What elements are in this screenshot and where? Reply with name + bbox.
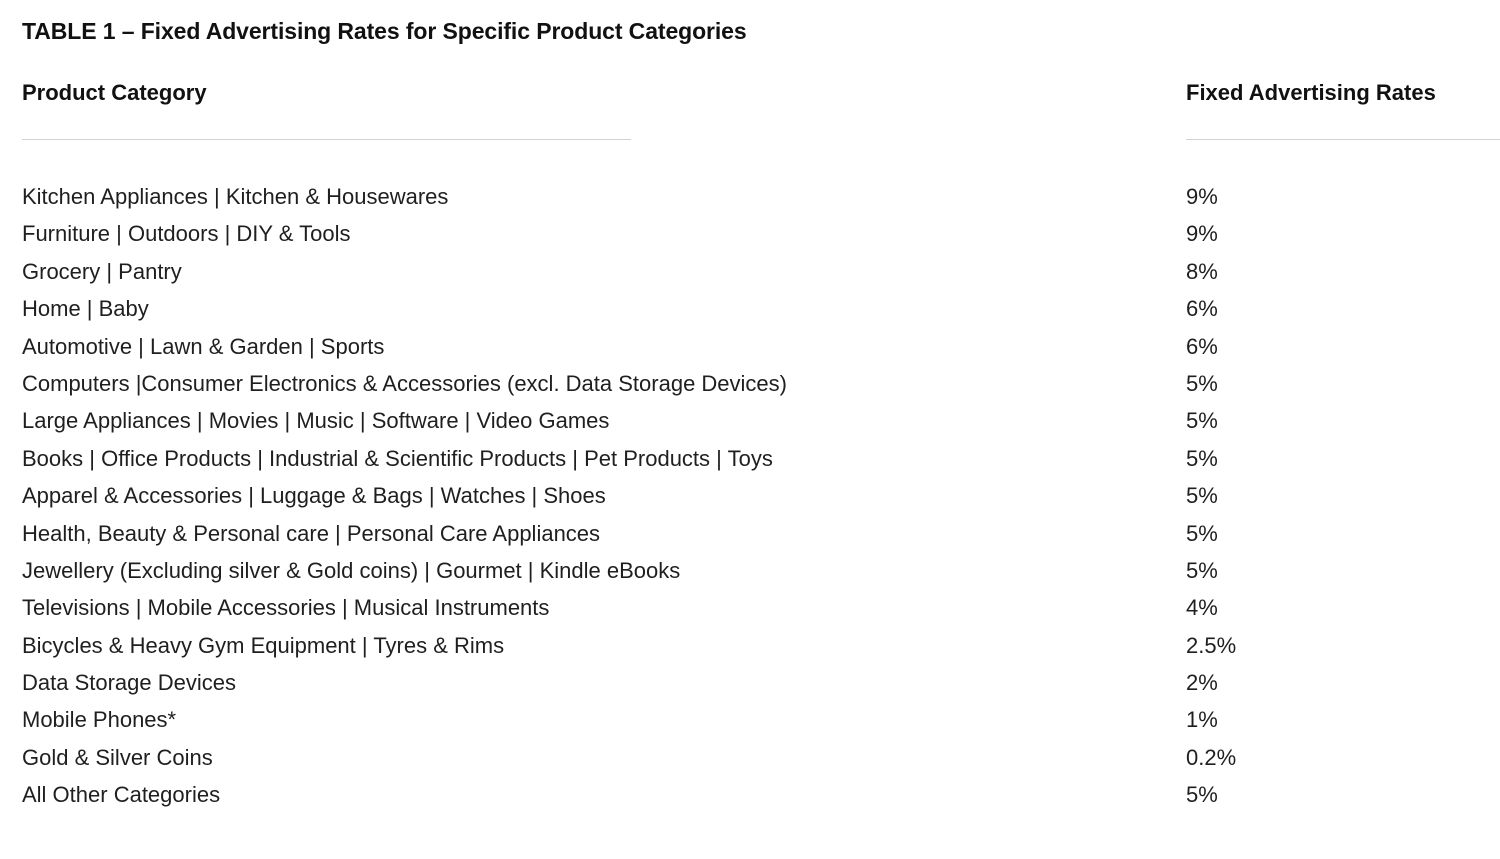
cell-fixed-advertising-rate: 6%: [1186, 333, 1218, 359]
header-divider-right: [1186, 139, 1500, 140]
table-row: Kitchen Appliances | Kitchen & Houseware…: [0, 182, 1500, 219]
cell-product-category: Home | Baby: [22, 296, 149, 322]
table-row: All Other Categories 5%: [0, 780, 1500, 817]
cell-product-category: Computers |Consumer Electronics & Access…: [22, 370, 787, 396]
cell-product-category: Jewellery (Excluding silver & Gold coins…: [22, 557, 681, 583]
cell-fixed-advertising-rate: 6%: [1186, 296, 1218, 322]
cell-fixed-advertising-rate: 0.2%: [1186, 744, 1237, 770]
header-divider-left: [22, 139, 631, 140]
column-header-product-category: Product Category: [22, 80, 207, 105]
cell-fixed-advertising-rate: 2.5%: [1186, 632, 1237, 658]
cell-product-category: All Other Categories: [22, 782, 221, 808]
cell-fixed-advertising-rate: 4%: [1186, 595, 1218, 621]
table-body: Kitchen Appliances | Kitchen & Houseware…: [0, 182, 1500, 818]
table-row: Jewellery (Excluding silver & Gold coins…: [0, 556, 1500, 593]
table-row: Health, Beauty & Personal care | Persona…: [0, 519, 1500, 556]
table-header-row: Product Category Fixed Advertising Rates: [0, 80, 1500, 142]
cell-fixed-advertising-rate: 5%: [1186, 370, 1218, 396]
cell-fixed-advertising-rate: 5%: [1186, 408, 1218, 434]
table-row: Computers |Consumer Electronics & Access…: [0, 369, 1500, 406]
cell-product-category: Grocery | Pantry: [22, 258, 182, 284]
cell-product-category: Kitchen Appliances | Kitchen & Houseware…: [22, 184, 449, 209]
column-header-fixed-advertising-rates: Fixed Advertising Rates: [1186, 80, 1436, 105]
table-row: Furniture | Outdoors | DIY & Tools 9%: [0, 219, 1500, 256]
cell-product-category: Large Appliances | Movies | Music | Soft…: [22, 408, 610, 434]
cell-fixed-advertising-rate: 9%: [1186, 184, 1218, 209]
cell-fixed-advertising-rate: 5%: [1186, 557, 1218, 583]
table-row: Mobile Phones* 1%: [0, 705, 1500, 742]
cell-product-category: Books | Office Products | Industrial & S…: [22, 445, 773, 471]
cell-fixed-advertising-rate: 5%: [1186, 445, 1218, 471]
cell-fixed-advertising-rate: 1%: [1186, 707, 1218, 733]
table-row: Data Storage Devices 2%: [0, 668, 1500, 705]
cell-product-category: Health, Beauty & Personal care | Persona…: [22, 520, 601, 546]
table-row: Gold & Silver Coins 0.2%: [0, 743, 1500, 780]
cell-product-category: Automotive | Lawn & Garden | Sports: [22, 333, 385, 359]
cell-product-category: Apparel & Accessories | Luggage & Bags |…: [22, 483, 606, 509]
cell-fixed-advertising-rate: 5%: [1186, 520, 1218, 546]
table-row: Grocery | Pantry 8%: [0, 257, 1500, 294]
table-row: Bicycles & Heavy Gym Equipment | Tyres &…: [0, 631, 1500, 668]
page-title: TABLE 1 – Fixed Advertising Rates for Sp…: [22, 18, 747, 44]
table-row: Apparel & Accessories | Luggage & Bags |…: [0, 481, 1500, 518]
cell-product-category: Gold & Silver Coins: [22, 744, 213, 770]
document-page: TABLE 1 – Fixed Advertising Rates for Sp…: [0, 0, 1500, 859]
table-row: Automotive | Lawn & Garden | Sports 6%: [0, 332, 1500, 369]
cell-product-category: Televisions | Mobile Accessories | Music…: [22, 595, 550, 621]
cell-product-category: Furniture | Outdoors | DIY & Tools: [22, 221, 351, 247]
table-row: Home | Baby 6%: [0, 294, 1500, 331]
cell-product-category: Bicycles & Heavy Gym Equipment | Tyres &…: [22, 632, 505, 658]
cell-fixed-advertising-rate: 2%: [1186, 670, 1218, 696]
cell-product-category: Data Storage Devices: [22, 670, 236, 696]
cell-fixed-advertising-rate: 9%: [1186, 221, 1218, 247]
cell-product-category: Mobile Phones*: [22, 707, 177, 733]
table-row: Large Appliances | Movies | Music | Soft…: [0, 406, 1500, 443]
cell-fixed-advertising-rate: 5%: [1186, 483, 1218, 509]
table-row: Televisions | Mobile Accessories | Music…: [0, 593, 1500, 630]
table-row: Books | Office Products | Industrial & S…: [0, 444, 1500, 481]
cell-fixed-advertising-rate: 8%: [1186, 258, 1218, 284]
cell-fixed-advertising-rate: 5%: [1186, 782, 1218, 808]
